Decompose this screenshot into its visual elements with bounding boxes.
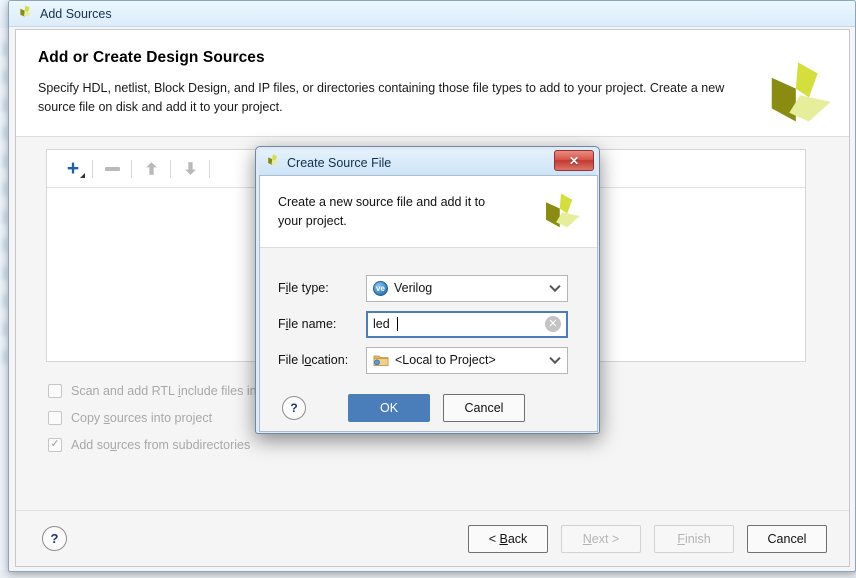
ok-button[interactable]: OK [348, 394, 430, 422]
dialog-cancel-button[interactable]: Cancel [443, 394, 525, 422]
file-type-value: Verilog [394, 281, 433, 295]
vivado-logo-icon [18, 4, 33, 24]
file-location-value: <Local to Project> [395, 353, 496, 367]
next-button[interactable]: Next > [561, 524, 641, 553]
option-label-add-subdirectories: Add sources from subdirectories [71, 437, 251, 452]
vivado-logo-large-icon [763, 58, 833, 133]
verilog-icon: ve [373, 280, 388, 296]
file-name-label: File name: [278, 317, 337, 331]
toolbar-separator-3 [170, 159, 171, 178]
dialog-close-button[interactable]: ✕ [554, 150, 594, 171]
option-label-copy-sources: Copy sources into project [71, 410, 213, 425]
add-source-button[interactable]: + [57, 155, 89, 183]
dialog-banner: Create a new source file and add it to y… [260, 176, 597, 248]
file-location-dropdown[interactable]: <Local to Project> [366, 346, 568, 374]
checkbox-scan-rtl-include[interactable] [48, 383, 62, 398]
arrow-up-icon [145, 162, 157, 175]
toolbar-separator-2 [131, 159, 132, 178]
chevron-down-icon-location [549, 352, 561, 365]
option-add-subdirectories[interactable]: ✓ Add sources from subdirectories [48, 431, 308, 458]
file-name-value: led [373, 317, 390, 331]
toolbar-separator-1 [92, 159, 93, 178]
clear-icon[interactable]: ✕ [545, 316, 561, 332]
text-cursor [396, 317, 398, 331]
folder-icon [373, 353, 389, 367]
chevron-down-icon [549, 280, 561, 293]
checkbox-add-subdirectories[interactable]: ✓ [48, 437, 62, 452]
dialog-vivado-logo-icon [266, 153, 280, 172]
back-button[interactable]: < Back [468, 524, 548, 553]
file-type-row: File type: ve Verilog [260, 270, 597, 306]
dialog-action-buttons: OK Cancel [348, 394, 525, 422]
wizard-navigation-buttons: < Back Next > Finish Cancel [468, 524, 827, 553]
page-description: Specify HDL, netlist, Block Design, and … [38, 81, 725, 114]
toolbar-separator-4 [209, 159, 210, 178]
dialog-help-button[interactable]: ? [282, 396, 306, 420]
dropdown-arrow-icon [80, 172, 85, 178]
file-name-input[interactable]: led ✕ [366, 310, 568, 338]
dialog-footer: ? OK Cancel [260, 385, 597, 431]
file-type-dropdown[interactable]: ve Verilog [366, 274, 568, 302]
remove-source-button[interactable] [96, 155, 128, 183]
cancel-button[interactable]: Cancel [747, 524, 827, 553]
page-title: Add or Create Design Sources [38, 49, 265, 66]
arrow-down-icon [184, 162, 196, 175]
dialog-form: File type: ve Verilog File name: led ✕ F… [260, 248, 597, 387]
checkbox-copy-sources[interactable] [48, 410, 62, 425]
file-name-row: File name: led ✕ [260, 306, 597, 342]
dialog-banner-text: Create a new source file and add it to y… [278, 195, 486, 228]
finish-button[interactable]: Finish [654, 524, 734, 553]
wizard-help-button[interactable]: ? [42, 526, 67, 551]
wizard-title-label: Add Sources [40, 6, 112, 21]
wizard-header: Add or Create Design Sources Specify HDL… [16, 30, 849, 136]
dialog-body: Create a new source file and add it to y… [259, 175, 598, 432]
move-down-button[interactable] [174, 155, 206, 183]
wizard-footer: ? < Back Next > Finish Cancel [16, 510, 849, 566]
plus-icon: + [66, 157, 80, 180]
file-type-label: File type: [278, 281, 329, 295]
create-source-file-dialog: Create Source File ✕ Create a new source… [255, 146, 600, 434]
move-up-button[interactable] [135, 155, 167, 183]
file-location-row: File location: <Local to Project> [260, 342, 597, 378]
dialog-title-label: Create Source File [287, 155, 392, 170]
dialog-titlebar[interactable]: Create Source File ✕ [259, 150, 596, 175]
file-location-label: File location: [278, 353, 349, 367]
dialog-logo-icon [541, 191, 581, 236]
minus-icon [104, 166, 120, 171]
wizard-titlebar[interactable]: Add Sources [9, 1, 855, 27]
